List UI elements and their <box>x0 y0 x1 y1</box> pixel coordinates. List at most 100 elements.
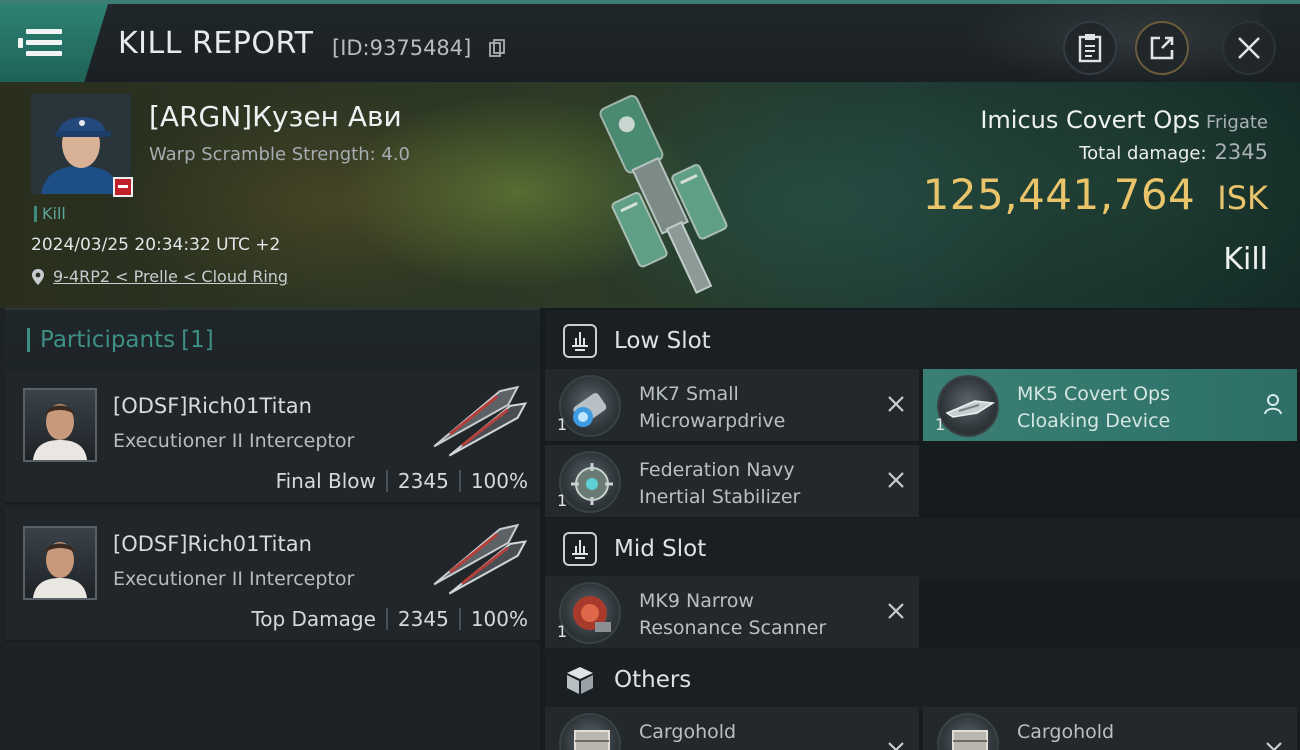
destroyed-x-icon <box>888 603 904 619</box>
module-name-line1: Cargohold <box>1017 721 1115 743</box>
outcome-label: Kill <box>1223 242 1268 277</box>
participant-ship: Executioner II Interceptor <box>113 430 355 452</box>
warp-scramble-strength: Warp Scramble Strength: 4.0 <box>149 144 411 165</box>
divider <box>458 470 461 492</box>
victim-ship-image <box>599 95 728 294</box>
participants-count: [1] <box>181 327 214 353</box>
module-name-line2: Inertial Stabilizer <box>639 486 801 508</box>
inertial-stabilizer-icon <box>559 451 621 513</box>
participant-ship-image <box>433 523 528 595</box>
participant-ship: Executioner II Interceptor <box>113 568 355 590</box>
location-pin-icon <box>32 268 44 285</box>
module-item[interactable]: 1 MK7 Small Microwarpdrive <box>545 369 919 441</box>
module-quantity: 1 <box>557 415 568 434</box>
module-name-line1: MK9 Narrow <box>639 590 754 612</box>
participant-stats: Final Blow 2345 100% <box>276 469 528 493</box>
participant-ship-image <box>433 385 528 457</box>
destroyed-x-icon <box>888 472 904 488</box>
module-quantity: 1 <box>935 415 946 434</box>
divider <box>385 470 388 492</box>
participant-percent: 100% <box>470 607 528 631</box>
module-name: MK9 Narrow Resonance Scanner <box>639 588 826 642</box>
kill-timestamp: 2024/03/25 20:34:32 UTC +2 <box>31 235 281 255</box>
divider <box>385 608 388 630</box>
microwarpdrive-icon <box>559 375 621 437</box>
participant-card[interactable]: [ODSF]Rich01Titan Executioner II Interce… <box>5 508 540 642</box>
fittings-panel: Low Slot 1 MK7 Small Microwarpdrive 1 MK… <box>540 308 1300 750</box>
total-damage: Total damage: 2345 <box>1079 140 1268 164</box>
isk-value: 125,441,764 ISK <box>923 170 1268 219</box>
menu-icon <box>18 29 62 57</box>
module-name: Cargohold <box>639 719 736 746</box>
module-name-line2: Microwarpdrive <box>639 410 786 432</box>
kill-tag: Kill <box>34 206 66 222</box>
module-item[interactable]: 1 MK9 Narrow Resonance Scanner <box>545 576 919 648</box>
module-name: Cargohold <box>1017 719 1114 746</box>
module-name-line1: MK5 Covert Ops <box>1017 383 1171 405</box>
module-item[interactable]: 1 Federation Navy Inertial Stabilizer <box>545 445 919 517</box>
clipboard-icon <box>1078 34 1102 63</box>
destroyed-x-icon <box>888 396 904 412</box>
kill-location[interactable]: 9-4RP2 < Prelle < Cloud Ring <box>31 267 288 286</box>
participant-role: Top Damage <box>251 607 376 631</box>
module-item[interactable]: 1 MK5 Covert Ops Cloaking Device <box>923 369 1297 441</box>
module-name-line1: Cargohold <box>639 721 737 743</box>
participant-name[interactable]: [ODSF]Rich01Titan <box>113 532 312 556</box>
module-name-line2: Resonance Scanner <box>639 617 827 639</box>
cargohold-icon <box>937 713 999 750</box>
cube-icon <box>563 663 597 697</box>
clipboard-button[interactable] <box>1063 21 1117 75</box>
menu-button[interactable] <box>0 4 108 82</box>
total-damage-label: Total damage: <box>1079 143 1207 164</box>
participant-card[interactable]: [ODSF]Rich01Titan Executioner II Interce… <box>5 370 540 504</box>
isk-amount: 125,441,764 <box>922 170 1196 219</box>
participant-stats: Top Damage 2345 100% <box>251 607 528 631</box>
close-icon <box>1238 37 1260 59</box>
location-link[interactable]: 9-4RP2 < Prelle < Cloud Ring <box>53 267 288 286</box>
share-button[interactable] <box>1135 21 1189 75</box>
resonance-scanner-icon <box>559 582 621 644</box>
mid-slot-header: Mid Slot <box>545 518 1300 580</box>
share-icon <box>1150 36 1174 60</box>
destroyed-x-icon <box>1266 742 1282 750</box>
low-slot-label: Low Slot <box>614 328 711 354</box>
close-button[interactable] <box>1222 21 1276 75</box>
copy-icon[interactable] <box>489 39 505 58</box>
participants-panel: Participants [1] [ODSF]Rich01Titan Execut… <box>0 308 540 750</box>
low-slot-header: Low Slot <box>545 310 1300 372</box>
page-title: KILL REPORT <box>118 26 314 61</box>
destroyed-badge <box>113 177 133 197</box>
victim-ship-name[interactable]: Imicus Covert Ops Frigate <box>980 106 1268 134</box>
participants-header: Participants [1] <box>5 308 540 370</box>
others-label: Others <box>614 667 692 693</box>
report-id: [ID:9375484] <box>332 36 472 60</box>
ship-class: Frigate <box>1205 112 1268 133</box>
participants-label: Participants <box>40 327 176 353</box>
mid-slot-icon <box>563 532 597 566</box>
top-bar: KILL REPORT [ID:9375484] <box>0 0 1300 86</box>
participant-damage: 2345 <box>397 469 449 493</box>
participants-title: Participants [1] <box>27 328 214 352</box>
participant-damage: 2345 <box>397 607 449 631</box>
participant-avatar <box>23 388 97 462</box>
module-item[interactable]: Cargohold <box>545 707 919 750</box>
module-name-line1: Federation Navy <box>639 459 795 481</box>
destroyed-x-icon <box>888 742 904 750</box>
ship-name-text: Imicus Covert Ops <box>980 106 1200 134</box>
module-name: Federation Navy Inertial Stabilizer <box>639 457 800 511</box>
participant-role: Final Blow <box>275 469 376 493</box>
module-item[interactable]: Cargohold <box>923 707 1297 750</box>
module-quantity: 1 <box>557 491 568 510</box>
total-damage-value: 2345 <box>1214 140 1268 164</box>
mid-slot-label: Mid Slot <box>614 536 707 562</box>
others-header: Others <box>545 649 1300 711</box>
victim-name[interactable]: [ARGN]Кузен Ави <box>149 100 402 133</box>
module-name-line1: MK7 Small <box>639 383 739 405</box>
participant-name[interactable]: [ODSF]Rich01Titan <box>113 394 312 418</box>
participant-percent: 100% <box>470 469 528 493</box>
divider <box>458 608 461 630</box>
isk-unit: ISK <box>1217 179 1268 217</box>
victim-hero: [ARGN]Кузен Ави Warp Scramble Strength: … <box>0 82 1300 308</box>
low-slot-icon <box>563 324 597 358</box>
module-name: MK5 Covert Ops Cloaking Device <box>1017 381 1170 435</box>
